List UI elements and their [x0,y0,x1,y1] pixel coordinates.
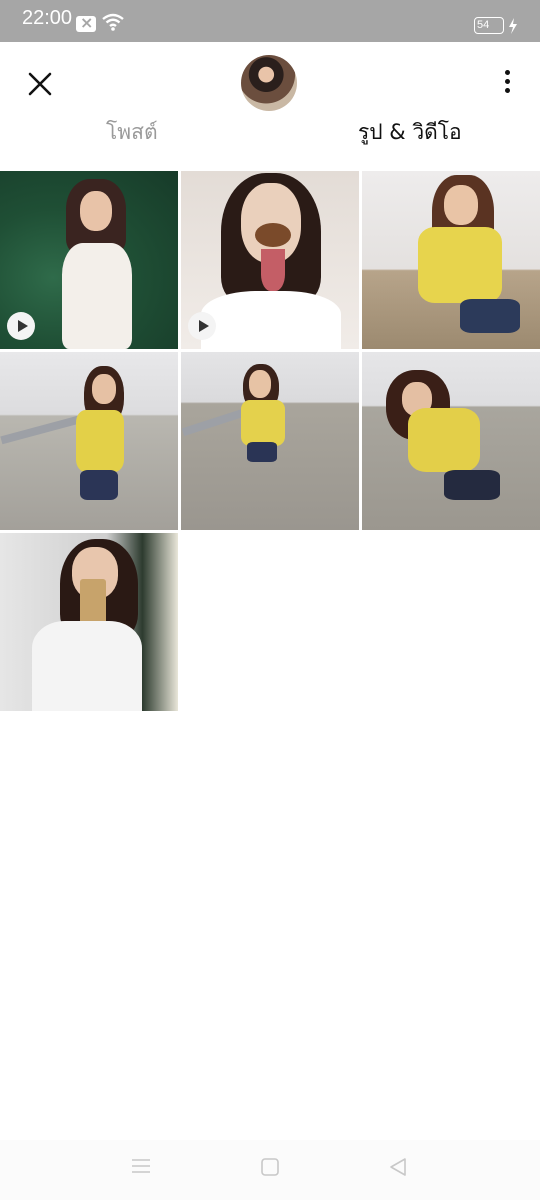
media-tile[interactable] [362,171,540,349]
tab-posts[interactable]: โพสต์ [106,116,158,149]
menu-icon[interactable] [130,1157,152,1175]
status-bar: 22:00 54 [0,0,540,42]
media-tile[interactable] [0,533,178,711]
media-tile[interactable] [0,352,178,530]
wifi-icon [102,13,124,31]
play-icon [188,312,216,340]
close-icon[interactable] [24,68,56,100]
avatar[interactable] [241,55,297,111]
battery-level: 54 [477,19,490,31]
home-icon[interactable] [260,1157,280,1177]
notification-x-icon [76,13,96,32]
system-nav-bar [0,1140,540,1200]
status-time: 22:00 [22,7,73,29]
media-tile[interactable] [181,171,359,349]
media-tile[interactable] [0,171,178,349]
more-vertical-icon[interactable] [496,66,520,98]
media-tile[interactable] [181,352,359,530]
media-tile[interactable] [362,352,540,530]
charging-bolt-icon [509,18,517,34]
header: โพสต์ รูป & วิดีโอ [0,42,540,170]
back-icon[interactable] [388,1157,408,1177]
tab-photos-videos[interactable]: รูป & วิดีโอ [358,116,462,149]
play-icon [7,312,35,340]
battery-icon: 54 [474,17,504,34]
